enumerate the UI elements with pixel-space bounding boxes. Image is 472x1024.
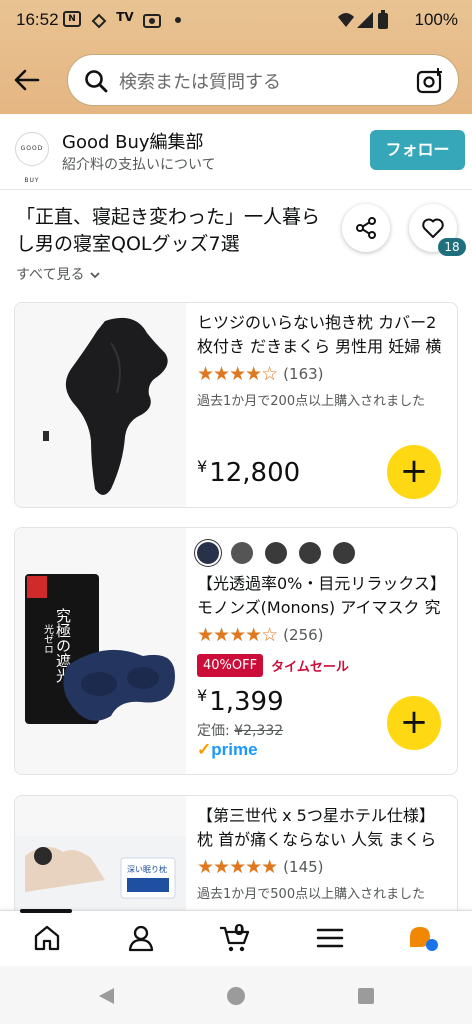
rating-stars: ★★★★☆ xyxy=(197,363,278,385)
see-all-link[interactable]: すべて見る xyxy=(16,264,101,284)
back-arrow-icon[interactable] xyxy=(12,66,42,94)
svg-text:深い眠り枕: 深い眠り枕 xyxy=(127,864,167,874)
svg-text:光ゼロ: 光ゼロ xyxy=(42,623,54,654)
active-tab-indicator xyxy=(20,909,72,913)
list-price-value: ¥2,332 xyxy=(234,723,284,739)
tver-icon: TV xyxy=(116,10,134,24)
cart-count: 0 xyxy=(234,921,245,939)
home-icon[interactable] xyxy=(32,923,62,953)
search-bar[interactable]: 検索または質問する xyxy=(67,54,459,106)
purchase-count-note: 過去1か月で200点以上購入されました xyxy=(197,394,426,409)
status-time: 16:52 xyxy=(16,10,59,29)
add-to-cart-button[interactable]: + xyxy=(387,696,441,750)
prime-badge: ✓prime xyxy=(197,740,258,760)
rating-stars: ★★★★☆ xyxy=(197,624,278,646)
camera-app-icon xyxy=(143,14,161,28)
color-swatch[interactable] xyxy=(265,542,287,564)
influencer-name[interactable]: Good Buy編集部 xyxy=(62,128,204,154)
list-title: 「正直、寝起き変わった」一人暮らし男の寝室QOLグッズ7選 xyxy=(16,206,321,255)
signal-icon xyxy=(357,12,373,28)
list-price: 定価: ¥2,332 xyxy=(197,720,283,740)
color-swatches xyxy=(197,542,447,564)
system-navigation-bar xyxy=(0,966,472,1024)
product-card[interactable]: ヒツジのいらない抱き枕 カバー2枚付き だきまくら 男性用 妊婦 横向き寝 ★★… xyxy=(14,302,458,508)
body-pillow-image xyxy=(43,317,168,495)
review-count: (145) xyxy=(283,858,324,876)
wifi-icon xyxy=(338,13,354,27)
product-image[interactable] xyxy=(15,303,186,507)
list-price-label: 定価: xyxy=(197,723,230,739)
product-info: ヒツジのいらない抱き枕 カバー2枚付き だきまくら 男性用 妊婦 横向き寝 ★★… xyxy=(197,303,447,409)
battery-percent: 100% xyxy=(414,10,458,29)
camera-search-icon[interactable] xyxy=(416,67,444,95)
add-to-cart-button[interactable]: + xyxy=(387,445,441,499)
plus-icon: + xyxy=(399,702,429,742)
color-swatch[interactable] xyxy=(333,542,355,564)
eye-mask-image: 究極の遮光 光ゼロ xyxy=(25,574,175,724)
review-count: (256) xyxy=(283,626,324,644)
battery-icon xyxy=(378,10,388,29)
status-bar: 16:52 N TV 100% xyxy=(0,0,472,40)
nuro-icon: N xyxy=(63,11,81,27)
prime-label: prime xyxy=(211,740,258,759)
color-swatch[interactable] xyxy=(299,542,321,564)
currency-symbol: ¥ xyxy=(197,686,208,705)
menu-icon[interactable] xyxy=(316,923,344,953)
review-count: (163) xyxy=(283,365,324,383)
product-rating[interactable]: ★★★★☆ (163) xyxy=(197,363,447,385)
color-swatch[interactable] xyxy=(197,542,219,564)
more-notifications-dot xyxy=(175,17,181,23)
see-all-label: すべて見る xyxy=(16,267,85,283)
follow-button[interactable]: フォロー xyxy=(370,130,465,170)
prime-check-icon: ✓ xyxy=(197,740,212,759)
share-button[interactable] xyxy=(342,204,390,252)
product-card[interactable]: 究極の遮光 光ゼロ 【光透過率0%・目元リラックス】モノンズ(Monons) ア… xyxy=(14,527,458,775)
system-home-icon[interactable] xyxy=(226,986,246,1006)
plus-icon: + xyxy=(399,451,429,491)
product-rating[interactable]: ★★★★★ (145) xyxy=(197,856,447,878)
heart-icon xyxy=(422,218,444,238)
deal-label: タイムセール xyxy=(271,660,349,675)
system-back-icon[interactable] xyxy=(96,986,116,1006)
app-header: 16:52 N TV 100% 検索または質問する xyxy=(0,0,472,114)
deal-row: 40%OFF タイムセール xyxy=(197,654,447,677)
commission-info-link[interactable]: 紹介料の支払いについて xyxy=(62,154,216,174)
color-swatch[interactable] xyxy=(231,542,253,564)
product-info: 【光透過率0%・目元リラックス】モノンズ(Monons) アイマスク 究極の遮光… xyxy=(197,528,447,677)
price-value: 1,399 xyxy=(209,687,284,717)
price-value: 12,800 xyxy=(209,458,301,488)
product-title[interactable]: 【第三世代 x 5つ星ホテル仕様】枕 首が痛くならない 人気 まくら xyxy=(197,804,447,852)
influencer-logo[interactable]: GOOD BUY xyxy=(15,132,49,184)
search-icon xyxy=(85,70,108,93)
rating-stars: ★★★★★ xyxy=(197,856,278,878)
product-price: ¥1,399 xyxy=(197,686,284,717)
product-info: 【第三世代 x 5つ星ホテル仕様】枕 首が痛くならない 人気 まくら ★★★★★… xyxy=(197,796,447,902)
product-image[interactable]: 究極の遮光 光ゼロ xyxy=(15,528,186,774)
product-price: ¥12,800 xyxy=(197,457,300,488)
discount-badge: 40%OFF xyxy=(197,654,264,677)
chevron-down-icon xyxy=(90,272,100,279)
share-icon xyxy=(356,217,376,239)
purchase-count-note: 過去1か月で500点以上購入されました xyxy=(197,887,426,902)
account-icon[interactable] xyxy=(126,923,156,953)
like-count-badge: 18 xyxy=(438,238,466,256)
system-recents-icon[interactable] xyxy=(356,986,376,1006)
search-input[interactable]: 検索または質問する xyxy=(119,68,281,94)
rufus-ai-icon[interactable] xyxy=(406,923,440,953)
currency-symbol: ¥ xyxy=(197,457,208,476)
product-title[interactable]: ヒツジのいらない抱き枕 カバー2枚付き だきまくら 男性用 妊婦 横向き寝 xyxy=(197,311,447,359)
sync-icon xyxy=(91,13,107,29)
product-title[interactable]: 【光透過率0%・目元リラックス】モノンズ(Monons) アイマスク 究極の遮光 xyxy=(197,572,447,620)
product-rating[interactable]: ★★★★☆ (256) xyxy=(197,624,447,646)
